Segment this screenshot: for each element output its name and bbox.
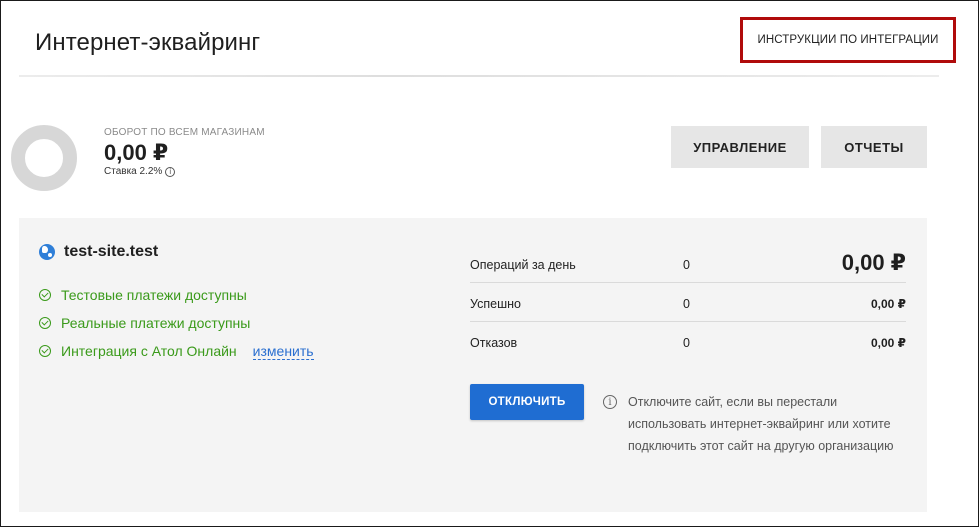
stat-label: Операций за день: [470, 258, 576, 272]
stat-count: 0: [683, 258, 690, 272]
check-circle-icon: [39, 289, 51, 301]
check-circle-icon: [39, 317, 51, 329]
stat-amount: 0,00 ₽: [870, 297, 906, 311]
status-atol-integration: Интеграция с Атол Онлайн изменить: [39, 337, 314, 365]
change-integration-link[interactable]: изменить: [252, 343, 314, 360]
stat-row-operations: Операций за день 0 0,00 ₽: [470, 242, 906, 283]
reports-button[interactable]: ОТЧЕТЫ: [821, 126, 927, 168]
stat-label: Отказов: [470, 336, 518, 350]
info-icon: i: [603, 395, 617, 409]
manage-button[interactable]: УПРАВЛЕНИЕ: [671, 126, 809, 168]
info-icon[interactable]: i: [165, 166, 176, 177]
status-test-payments: Тестовые платежи доступны: [39, 281, 314, 309]
status-text: Реальные платежи доступны: [61, 315, 251, 331]
globe-icon: [39, 244, 55, 260]
stat-amount: 0,00 ₽: [841, 250, 906, 275]
header-divider: [19, 75, 939, 77]
stat-count: 0: [683, 297, 690, 311]
rate-info: Ставка 2.2% i: [104, 166, 176, 177]
stat-count: 0: [683, 336, 690, 350]
turnover-label: ОБОРОТ ПО ВСЕМ МАГАЗИНАМ: [104, 127, 265, 138]
integration-instructions-button[interactable]: ИНСТРУКЦИИ ПО ИНТЕГРАЦИИ: [740, 17, 956, 63]
site-status-list: Тестовые платежи доступны Реальные плате…: [39, 281, 314, 365]
site-panel: test-site.test Тестовые платежи доступны…: [19, 218, 927, 512]
rate-text: Ставка 2.2%: [104, 166, 163, 177]
stat-row-declines: Отказов 0 0,00 ₽: [470, 322, 906, 360]
status-real-payments: Реальные платежи доступны: [39, 309, 314, 337]
site-header: test-site.test: [39, 243, 158, 261]
app-window: Интернет-эквайринг ИНСТРУКЦИИ ПО ИНТЕГРА…: [0, 0, 979, 527]
disable-hint-text: Отключите сайт, если вы перестали исполь…: [628, 395, 894, 453]
site-stats: Операций за день 0 0,00 ₽ Успешно 0 0,00…: [470, 242, 906, 360]
site-name: test-site.test: [64, 243, 159, 260]
page-title: Интернет-эквайринг: [35, 29, 261, 56]
page-header: Интернет-эквайринг ИНСТРУКЦИИ ПО ИНТЕГРА…: [19, 1, 956, 79]
status-text: Интеграция с Атол Онлайн: [61, 343, 237, 359]
check-circle-icon: [39, 345, 51, 357]
stat-amount: 0,00 ₽: [870, 336, 906, 350]
status-text: Тестовые платежи доступны: [61, 287, 247, 303]
turnover-value: 0,00 ₽: [104, 140, 169, 165]
turnover-donut-chart: [11, 125, 77, 191]
stat-row-success: Успешно 0 0,00 ₽: [470, 283, 906, 322]
disable-site-button[interactable]: ОТКЛЮЧИТЬ: [470, 384, 584, 420]
stat-label: Успешно: [470, 297, 521, 311]
